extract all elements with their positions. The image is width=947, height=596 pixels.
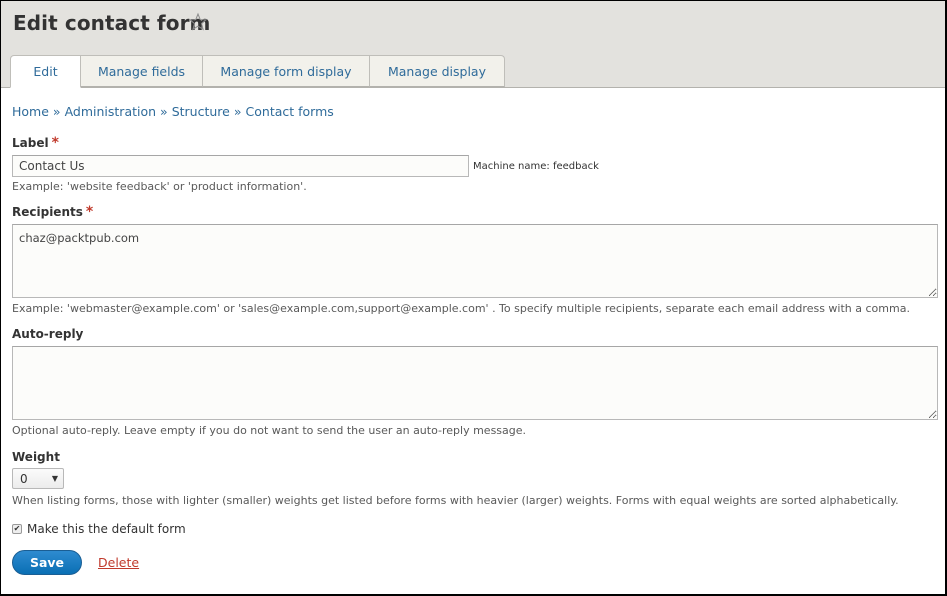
recipients-field-group: Recipients * chaz@packtpub.com Example: '… [12, 204, 938, 315]
recipients-label: Recipients * [12, 204, 934, 220]
label-description: Example: 'website feedback' or 'product … [12, 180, 307, 193]
tab-edit[interactable]: Edit [10, 55, 81, 88]
page-frame: Edit contact form Edit Manage fields Man… [0, 0, 947, 596]
weight-field-group: Weight 0 ▼ When listing forms, those wit… [12, 450, 934, 507]
breadcrumb-contact-forms[interactable]: Contact forms [246, 104, 334, 119]
required-marker: * [51, 135, 59, 151]
default-form-label: Make this the default form [27, 522, 186, 536]
required-marker: * [85, 204, 94, 220]
label-input[interactable] [12, 155, 469, 177]
page-header: Edit contact form Edit Manage fields Man… [1, 1, 945, 88]
delete-link[interactable]: Delete [98, 555, 139, 570]
save-button[interactable]: Save [12, 550, 82, 575]
auto-reply-description: Optional auto-reply. Leave empty if you … [12, 424, 527, 437]
page-title: Edit contact form [13, 11, 211, 35]
weight-label: Weight [12, 450, 60, 464]
label-field-label: Label * [12, 135, 934, 151]
label-input-row: Machine name: feedback [12, 155, 934, 177]
recipients-label-text: Recipients [12, 205, 83, 219]
tab-manage-display[interactable]: Manage display [370, 55, 505, 87]
breadcrumb-home[interactable]: Home [12, 104, 49, 119]
weight-select[interactable]: 0 ▼ [12, 468, 64, 489]
tab-manage-form-display-label: Manage form display [220, 63, 352, 79]
chevron-down-icon: ▼ [51, 474, 58, 483]
auto-reply-field-group: Auto-reply Optional auto-reply. Leave em… [12, 327, 938, 437]
tab-manage-display-label: Manage display [387, 63, 486, 79]
breadcrumb: Home» Administration» Structure» Contact fo… [12, 104, 934, 119]
breadcrumb-separator: » [233, 104, 242, 119]
breadcrumb-separator: » [160, 104, 168, 119]
default-form-checkbox[interactable]: ✔ [12, 524, 22, 534]
tab-manage-form-display[interactable]: Manage form display [203, 55, 370, 87]
tab-edit-label: Edit [33, 64, 58, 79]
label-field-group: Label* Machine name: feedback Example: '… [12, 135, 934, 193]
label-field-label-text: Label [12, 136, 49, 150]
auto-reply-label: Auto-reply [12, 327, 84, 341]
star-outline-icon[interactable] [188, 12, 208, 32]
default-form-checkbox-row[interactable]: ✔ Make this the default form [12, 522, 934, 536]
recipients-textarea[interactable]: chaz@packtpub.com [12, 224, 938, 298]
weight-selected-value: 0 [20, 471, 28, 486]
breadcrumb-administration[interactable]: Administration [65, 104, 156, 119]
tab-manage-fields[interactable]: Manage fields [81, 55, 203, 87]
tab-manage-fields-label: Manage fields [97, 63, 186, 79]
breadcrumb-structure[interactable]: Structure [172, 104, 230, 119]
auto-reply-textarea[interactable] [12, 346, 938, 420]
recipients-description: Example: 'webmaster@example.com' or 'sal… [12, 302, 910, 315]
weight-description: When listing forms, those with lighter (… [12, 494, 899, 507]
form-actions: Save Delete [12, 550, 934, 575]
main-content: Home» Administration» Structure» Contact fo… [1, 104, 945, 575]
machine-name: Machine name: feedback [473, 160, 599, 172]
tab-bar: Edit Manage fields Manage form display M… [10, 55, 505, 88]
breadcrumb-separator: » [52, 104, 61, 119]
